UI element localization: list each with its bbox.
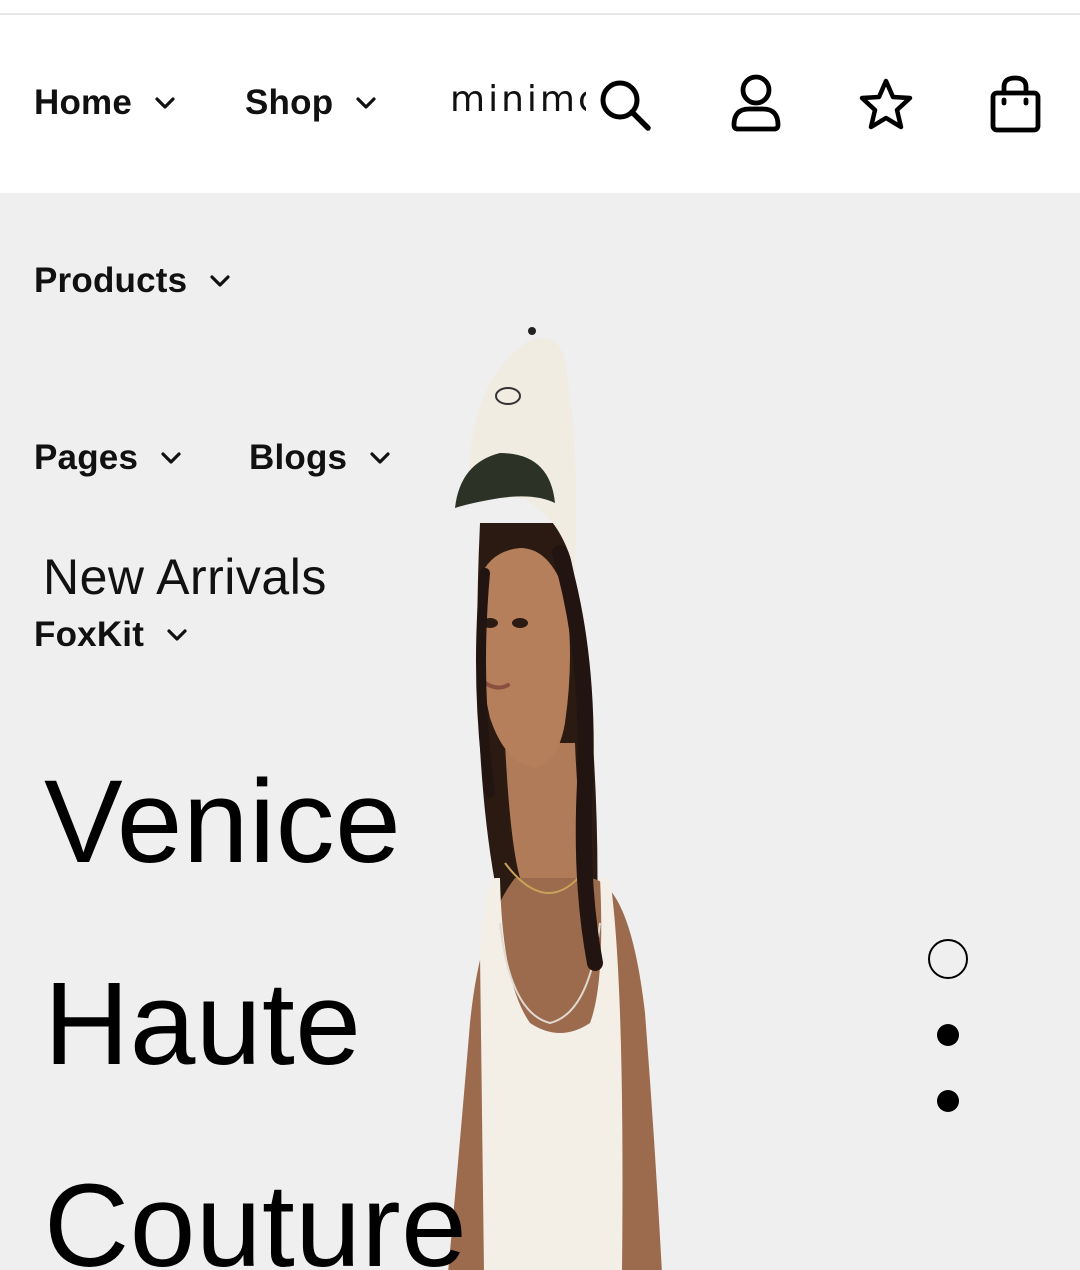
site-header: Home Shop minimc: [0, 15, 1080, 193]
hero-headline-line-1: Venice: [44, 756, 402, 888]
search-icon[interactable]: [597, 77, 653, 133]
nav-item-foxkit[interactable]: FoxKit: [34, 615, 188, 655]
nav-item-label: Blogs: [249, 438, 348, 477]
chevron-down-icon: [355, 96, 377, 110]
slider-dot-3[interactable]: [937, 1090, 959, 1112]
site-logo[interactable]: minimc: [450, 79, 586, 123]
nav-item-label: Shop: [245, 83, 334, 122]
nav-item-shop[interactable]: Shop: [245, 83, 377, 123]
chevron-down-icon: [166, 628, 188, 642]
hero-model-image: [448, 327, 662, 1270]
hero-banner: Products Pages Blogs New Arrivals FoxKit…: [0, 193, 1080, 1270]
chevron-down-icon: [369, 451, 391, 465]
nav-item-label: Pages: [34, 438, 139, 477]
hero-headline-line-2: Haute: [44, 958, 362, 1090]
slider-dot-1[interactable]: [928, 939, 968, 979]
wishlist-star-icon[interactable]: [857, 77, 915, 133]
nav-item-blogs[interactable]: Blogs: [249, 438, 391, 478]
nav-item-label: FoxKit: [34, 615, 145, 654]
nav-item-label: Products: [34, 261, 188, 300]
nav-item-new-arrivals[interactable]: New Arrivals: [43, 548, 327, 606]
chevron-down-icon: [209, 274, 231, 288]
nav-item-products[interactable]: Products: [34, 261, 231, 301]
nav-item-pages[interactable]: Pages: [34, 438, 182, 478]
nav-item-label: Home: [34, 83, 133, 122]
hero-headline-line-3: Couture: [44, 1160, 468, 1270]
nav-item-home[interactable]: Home: [34, 83, 176, 123]
cart-bag-icon[interactable]: [987, 73, 1043, 135]
chevron-down-icon: [160, 451, 182, 465]
chevron-down-icon: [154, 96, 176, 110]
account-icon[interactable]: [729, 73, 785, 135]
slider-dot-2[interactable]: [937, 1024, 959, 1046]
